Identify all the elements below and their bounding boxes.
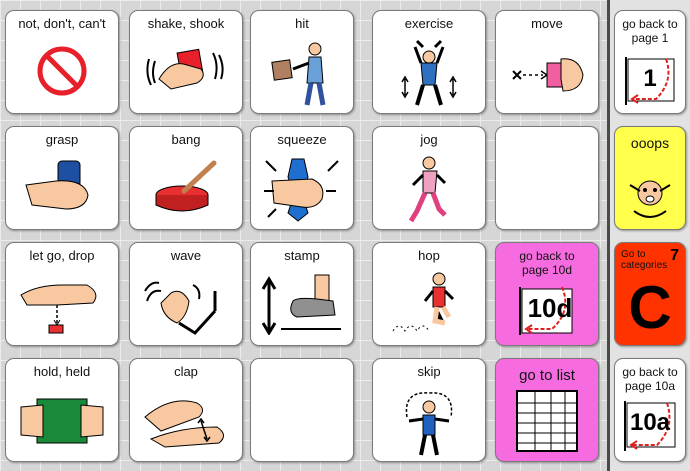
cell-not[interactable]: not, don't, can't — [5, 10, 119, 114]
cell-label: exercise — [404, 16, 454, 31]
no-sign-icon — [37, 46, 87, 96]
category-number: 7 — [670, 247, 679, 264]
cell-wave[interactable]: wave — [129, 242, 243, 346]
exercise-icon — [401, 39, 457, 106]
cell-label: bang — [171, 132, 201, 147]
cell-label: stamp — [284, 248, 320, 263]
cell-label: hop — [418, 248, 440, 263]
cell-label: wave — [170, 248, 202, 263]
go-to-categories-button[interactable]: Go to categories 7 C — [614, 242, 686, 346]
grasp-icon — [25, 160, 89, 210]
cell-empty-1[interactable] — [495, 126, 599, 230]
cell-squeeze[interactable]: squeeze — [250, 126, 354, 230]
cell-label: not, don't, can't — [18, 16, 106, 31]
cell-label: skip — [417, 364, 441, 379]
skip-rope-icon — [405, 392, 453, 456]
cell-empty-2[interactable] — [250, 358, 354, 462]
back-to-10d-button[interactable]: go back to page 10d 10d — [495, 242, 599, 346]
cell-stamp[interactable]: stamp — [250, 242, 354, 346]
wave-icon — [144, 281, 217, 335]
oops-face-icon — [629, 180, 671, 218]
shake-icon — [146, 48, 224, 90]
cell-bang[interactable]: bang — [129, 126, 243, 230]
cell-label: jog — [420, 132, 438, 147]
move-icon — [512, 58, 584, 92]
cell-label: hit — [295, 16, 309, 31]
cell-exercise[interactable]: exercise — [372, 10, 486, 114]
cell-jog[interactable]: jog — [372, 126, 486, 230]
list-icon — [516, 390, 578, 452]
cell-label: grasp — [45, 132, 79, 147]
cell-label: go to list — [519, 367, 575, 384]
cell-label: go back to page 10a — [622, 365, 678, 393]
cell-skip[interactable]: skip — [372, 358, 486, 462]
category-letter: C — [628, 274, 672, 341]
drum-icon — [155, 160, 217, 212]
back-to-10a-button[interactable]: go back to page 10a 10a — [614, 358, 686, 462]
cell-label: shake, shook — [147, 16, 225, 31]
page-badge: 10a — [629, 409, 671, 436]
cell-hold[interactable]: hold, held — [5, 358, 119, 462]
cell-label: hold, held — [33, 364, 91, 379]
hop-icon — [392, 272, 455, 332]
squeeze-icon — [264, 158, 339, 222]
drop-icon — [20, 284, 97, 334]
cell-label: go back to page 10d — [519, 249, 575, 277]
cell-label: Go to categories — [621, 249, 668, 271]
page-badge: 10d — [527, 293, 573, 323]
ooops-button[interactable]: ooops — [614, 126, 686, 230]
go-to-list-button[interactable]: go to list — [495, 358, 599, 462]
hit-icon — [271, 42, 326, 106]
cell-hit[interactable]: hit — [250, 10, 354, 114]
cell-hop[interactable]: hop — [372, 242, 486, 346]
back-to-page-1-button[interactable]: go back to page 1 1 — [614, 10, 686, 114]
cell-move[interactable]: move — [495, 10, 599, 114]
cell-label: go back to page 1 — [622, 17, 678, 45]
cell-label: squeeze — [277, 132, 327, 147]
hold-icon — [20, 398, 104, 444]
jog-icon — [408, 156, 447, 223]
cell-label: let go, drop — [29, 248, 95, 263]
cell-clap[interactable]: clap — [129, 358, 243, 462]
cell-label: move — [531, 16, 563, 31]
cell-letgo[interactable]: let go, drop — [5, 242, 119, 346]
cell-label: ooops — [630, 135, 670, 151]
clap-icon — [144, 400, 224, 448]
page-badge: 1 — [643, 65, 657, 92]
cell-label: clap — [174, 364, 198, 379]
cell-grasp[interactable]: grasp — [5, 126, 119, 230]
stamp-icon — [261, 274, 341, 335]
cell-shake[interactable]: shake, shook — [129, 10, 243, 114]
